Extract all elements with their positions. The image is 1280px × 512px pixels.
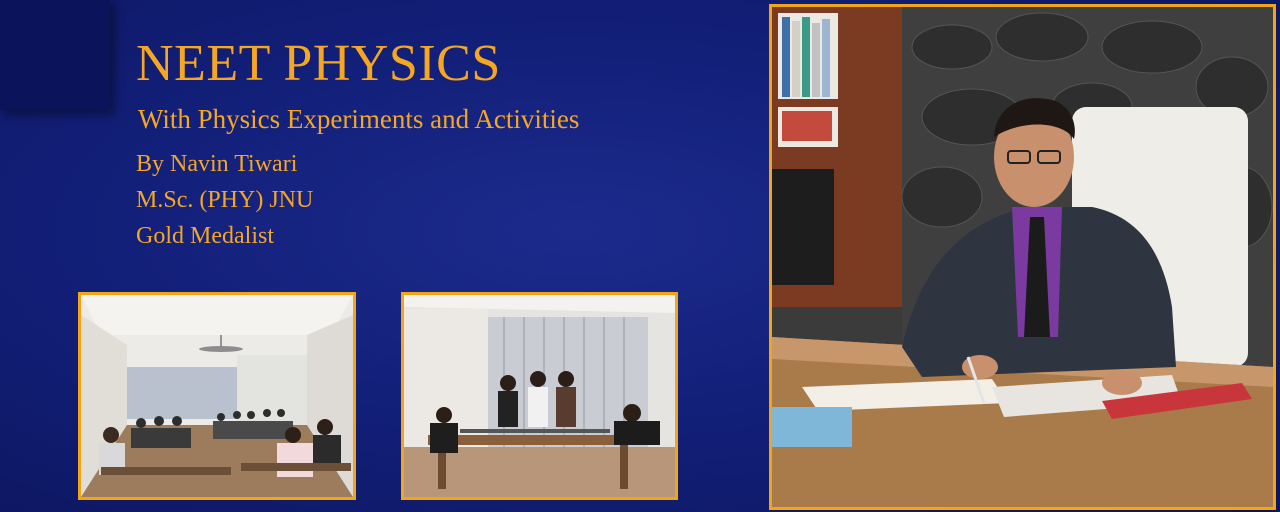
instructor-award: Gold Medalist [136,223,274,249]
lab-illustration [404,295,675,497]
corner-decoration [0,0,110,110]
classroom-illustration [81,295,353,497]
instructor-degree: M.Sc. (PHY) JNU [136,187,314,213]
lab-experiment-photo [401,292,678,500]
teacher-portrait-photo [769,4,1276,510]
classroom-photo [78,292,356,500]
instructor-info: By Navin Tiwari M.Sc. (PHY) JNU Gold Med… [136,146,313,254]
instructor-name: By Navin Tiwari [136,151,298,177]
banner-subtitle: With Physics Experiments and Activities [138,104,580,134]
teacher-illustration [772,7,1273,507]
banner-title: NEET PHYSICS [136,35,501,92]
